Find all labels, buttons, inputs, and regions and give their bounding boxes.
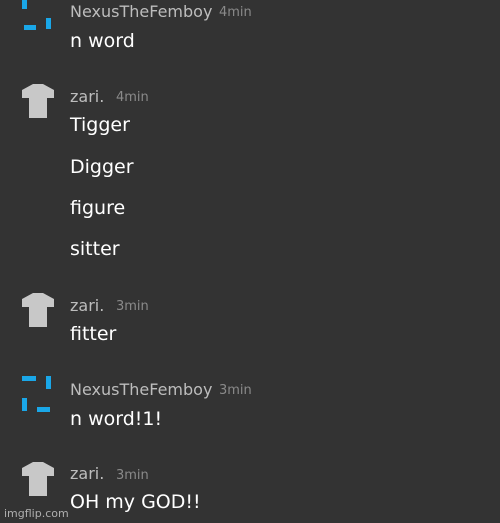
message-author[interactable]: NexusTheFemboy bbox=[70, 3, 212, 21]
message-text: Digger bbox=[70, 156, 134, 178]
message-text: n word bbox=[70, 30, 135, 52]
message-author[interactable]: zari. bbox=[70, 88, 104, 106]
message-timestamp: 3min bbox=[116, 468, 149, 483]
message-text: OH my GOD!! bbox=[70, 491, 201, 513]
message-text: figure bbox=[70, 197, 126, 219]
nexus-avatar-icon[interactable] bbox=[20, 0, 56, 30]
message-author[interactable]: NexusTheFemboy bbox=[70, 381, 212, 399]
shirt-avatar-icon[interactable] bbox=[20, 291, 56, 327]
message-author[interactable]: zari. bbox=[70, 465, 104, 483]
nexus-avatar-icon[interactable] bbox=[20, 376, 56, 412]
message-text: sitter bbox=[70, 238, 120, 260]
message-timestamp: 3min bbox=[116, 299, 149, 314]
shirt-avatar-icon[interactable] bbox=[20, 460, 56, 496]
message-text: fitter bbox=[70, 323, 117, 345]
message-author[interactable]: zari. bbox=[70, 297, 104, 315]
message-text: Tigger bbox=[70, 114, 130, 136]
message-timestamp: 3min bbox=[219, 383, 252, 398]
shirt-avatar-icon[interactable] bbox=[20, 82, 56, 118]
message-timestamp: 4min bbox=[219, 5, 252, 20]
message-text: n word!1! bbox=[70, 408, 163, 430]
imgflip-watermark: imgflip.com bbox=[4, 507, 69, 520]
message-timestamp: 4min bbox=[116, 90, 149, 105]
